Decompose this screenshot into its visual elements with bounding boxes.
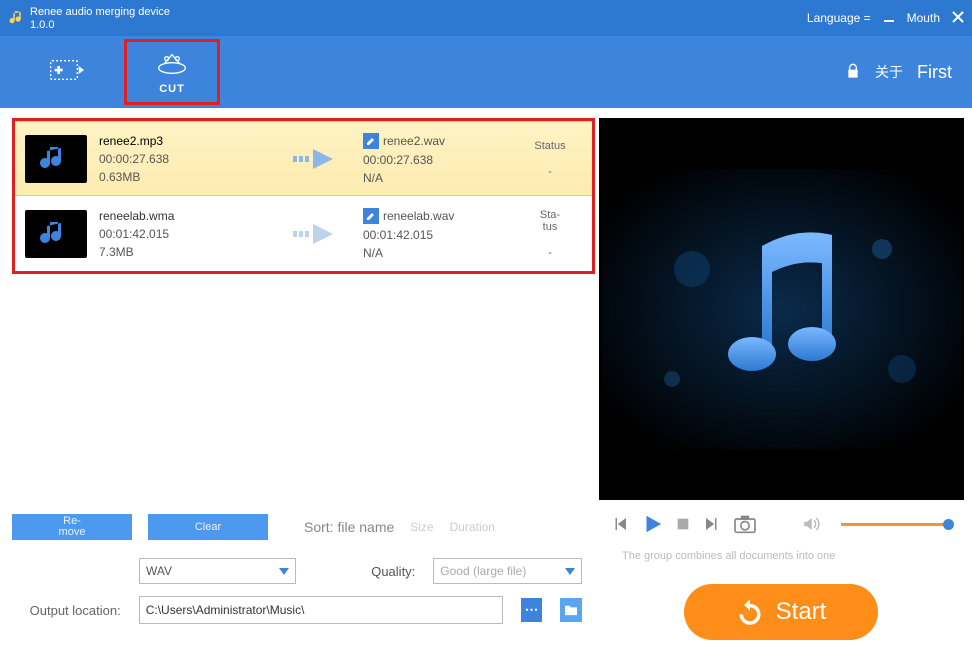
stop-icon[interactable] bbox=[675, 516, 691, 532]
start-button[interactable]: Start bbox=[684, 584, 878, 640]
output-size: N/A bbox=[363, 171, 513, 185]
file-thumbnail bbox=[25, 210, 87, 258]
app-version: 1.0.0 bbox=[30, 19, 170, 31]
app-icon bbox=[8, 9, 26, 27]
quality-label: Quality: bbox=[371, 564, 415, 579]
next-icon[interactable] bbox=[703, 515, 721, 533]
file-name: renee2.mp3 bbox=[99, 134, 279, 148]
arrow-icon bbox=[291, 222, 351, 246]
output-path-input[interactable] bbox=[139, 596, 503, 624]
toolbar: CUT 关于 First bbox=[0, 36, 972, 108]
about-link[interactable]: 关于 bbox=[875, 62, 903, 82]
volume-icon[interactable] bbox=[801, 515, 821, 533]
cut-button[interactable]: CUT bbox=[124, 39, 220, 105]
status-header: Status bbox=[525, 140, 575, 152]
player-controls bbox=[599, 500, 964, 548]
language-label[interactable]: Language = bbox=[807, 11, 871, 25]
chevron-down-icon bbox=[279, 568, 289, 575]
file-thumbnail bbox=[25, 135, 87, 183]
edit-icon[interactable] bbox=[363, 133, 379, 149]
remove-button[interactable]: Re- move bbox=[12, 514, 132, 540]
file-size: 7.3MB bbox=[99, 245, 279, 259]
browse-button[interactable] bbox=[560, 598, 582, 622]
file-size: 0.63MB bbox=[99, 170, 279, 184]
output-size: N/A bbox=[363, 246, 513, 260]
status-header: Sta- tus bbox=[525, 209, 575, 233]
app-title: Renee audio merging device bbox=[30, 6, 170, 18]
file-row[interactable]: reneelab.wma 00:01:42.015 7.3MB reneelab… bbox=[15, 196, 592, 271]
file-duration: 00:01:42.015 bbox=[99, 227, 279, 241]
output-location-label: Output location: bbox=[12, 603, 121, 618]
status-value: - bbox=[525, 247, 575, 259]
output-duration: 00:00:27.638 bbox=[363, 153, 513, 167]
add-file-button[interactable] bbox=[20, 39, 116, 105]
status-value: - bbox=[525, 166, 575, 178]
output-name: renee2.wav bbox=[383, 134, 445, 148]
output-name: reneelab.wav bbox=[383, 209, 454, 223]
first-link[interactable]: First bbox=[917, 62, 952, 83]
format-select[interactable]: WAV bbox=[139, 558, 296, 584]
file-list: renee2.mp3 00:00:27.638 0.63MB renee2.wa… bbox=[12, 118, 595, 274]
clear-button[interactable]: Clear bbox=[148, 514, 268, 540]
prev-icon[interactable] bbox=[611, 515, 629, 533]
list-controls: Re- move Clear Sort: file name Size Dura… bbox=[12, 506, 595, 548]
minimize-button[interactable] bbox=[883, 11, 895, 26]
camera-icon[interactable] bbox=[733, 514, 757, 534]
mouth-label: Mouth bbox=[907, 11, 940, 25]
quality-select[interactable]: Good (large file) bbox=[433, 558, 582, 584]
more-button[interactable]: ⋯ bbox=[521, 598, 543, 622]
start-area: The group combines all documents into on… bbox=[602, 548, 960, 664]
file-duration: 00:00:27.638 bbox=[99, 152, 279, 166]
edit-icon[interactable] bbox=[363, 208, 379, 224]
file-list-pane: renee2.mp3 00:00:27.638 0.63MB renee2.wa… bbox=[0, 108, 595, 548]
file-row[interactable]: renee2.mp3 00:00:27.638 0.63MB renee2.wa… bbox=[15, 121, 592, 196]
preview-area bbox=[599, 118, 964, 500]
sort-size-option[interactable]: Size bbox=[410, 520, 433, 534]
sort-label[interactable]: Sort: file name bbox=[304, 519, 394, 535]
sort-duration-option[interactable]: Duration bbox=[450, 520, 495, 534]
title-bar: Renee audio merging device 1.0.0 Languag… bbox=[0, 0, 972, 36]
file-name: reneelab.wma bbox=[99, 209, 279, 223]
arrow-icon bbox=[291, 147, 351, 171]
cut-label: CUT bbox=[159, 83, 185, 95]
merge-hint: The group combines all documents into on… bbox=[602, 550, 835, 562]
volume-slider[interactable] bbox=[841, 523, 952, 526]
output-duration: 00:01:42.015 bbox=[363, 228, 513, 242]
output-settings: WAV Quality: Good (large file) Output lo… bbox=[12, 548, 582, 664]
preview-pane bbox=[595, 108, 972, 548]
lock-icon[interactable] bbox=[845, 63, 861, 82]
close-button[interactable] bbox=[952, 11, 964, 26]
chevron-down-icon bbox=[565, 568, 575, 575]
play-icon[interactable] bbox=[641, 513, 663, 535]
